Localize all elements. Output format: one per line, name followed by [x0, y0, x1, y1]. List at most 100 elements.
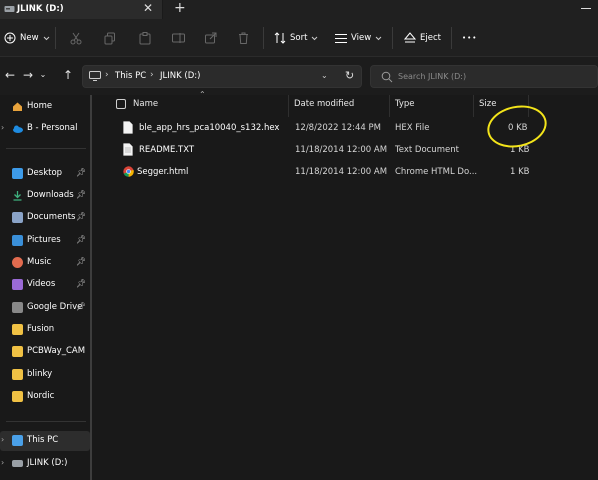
address-dropdown-icon[interactable]: ⌄ — [321, 71, 328, 80]
sidebar-item-documents[interactable]: Documents 📌︎ — [0, 208, 90, 228]
search-box[interactable]: Search JLINK (D:) — [370, 65, 598, 88]
google-drive-icon — [12, 302, 23, 313]
column-divider[interactable] — [288, 95, 289, 117]
sidebar-item-label: Music — [27, 257, 52, 267]
sidebar-item-blinky[interactable]: blinky — [0, 365, 90, 385]
sidebar-item-music[interactable]: Music 📌︎ — [0, 253, 90, 273]
sidebar-item-desktop[interactable]: Desktop 📌︎ — [0, 164, 90, 184]
pin-icon: 📌︎ — [76, 168, 87, 177]
file-icon — [123, 121, 133, 134]
pin-icon: 📌︎ — [76, 235, 87, 244]
column-header-date[interactable]: Date modified — [294, 99, 354, 109]
sidebar-item-pictures[interactable]: Pictures 📌︎ — [0, 231, 90, 251]
rename-button[interactable] — [172, 19, 185, 57]
back-arrow-icon[interactable]: ← — [3, 68, 17, 82]
chevron-down-icon — [43, 36, 49, 40]
new-tab-button[interactable]: + — [174, 0, 186, 16]
sidebar-item-jlink[interactable]: › JLINK (D:) — [0, 454, 90, 474]
table-row[interactable]: Segger.html 11/18/2014 12:00 AM Chrome H… — [92, 162, 598, 182]
sidebar-divider — [6, 421, 86, 422]
sort-button[interactable]: Sort — [274, 19, 318, 57]
sidebar-item-this-pc[interactable]: › This PC — [0, 431, 90, 451]
address-bar[interactable]: › This PC › JLINK (D:) ⌄ ↻ — [82, 65, 362, 88]
up-arrow-icon[interactable]: ↑ — [61, 68, 75, 82]
minimize-button[interactable] — [573, 0, 598, 17]
title-bar: JLINK (D:) ✕ + — [0, 0, 598, 19]
this-pc-icon — [12, 435, 23, 446]
clipboard-icon — [139, 31, 151, 44]
file-date: 11/18/2014 12:00 AM — [295, 167, 388, 177]
sidebar-item-label: Pictures — [27, 235, 61, 245]
breadcrumb-this-pc[interactable]: This PC — [115, 71, 146, 81]
search-placeholder: Search JLINK (D:) — [398, 72, 467, 81]
file-list: ⌃ Name Date modified Type Size ble_app_h… — [92, 90, 598, 480]
select-all-checkbox[interactable] — [116, 99, 126, 109]
expand-chevron-icon[interactable]: › — [1, 123, 4, 132]
pin-icon: 📌︎ — [76, 190, 87, 199]
sidebar-item-videos[interactable]: Videos 📌︎ — [0, 275, 90, 295]
more-options-button[interactable]: ••• — [462, 19, 477, 57]
column-divider[interactable] — [473, 95, 474, 117]
breadcrumb-separator: › — [105, 70, 109, 80]
copy-icon — [104, 32, 115, 44]
pin-icon: 📌︎ — [76, 212, 87, 221]
pictures-icon — [12, 235, 23, 246]
sidebar-item-label: Desktop — [27, 168, 63, 178]
tab-title: JLINK (D:) — [17, 4, 64, 14]
sidebar-item-label: Nordic — [27, 391, 55, 401]
home-icon — [13, 102, 22, 111]
sidebar-item-downloads[interactable]: Downloads 📌︎ — [0, 186, 90, 206]
sidebar-item-google-drive[interactable]: Google Drive 📌︎ — [0, 298, 90, 318]
delete-button[interactable] — [238, 19, 249, 57]
sidebar-item-label: Videos — [27, 279, 56, 289]
sidebar-item-pcbway-cam[interactable]: PCBWay_CAM — [0, 342, 90, 362]
breadcrumb-jlink[interactable]: JLINK (D:) — [160, 71, 200, 81]
sidebar-item-nordic[interactable]: Nordic — [0, 387, 90, 407]
plus-circle-icon — [4, 32, 16, 44]
expand-chevron-icon[interactable]: › — [1, 458, 4, 467]
file-name: README.TXT — [139, 145, 195, 155]
cut-button[interactable] — [70, 19, 82, 57]
refresh-icon[interactable]: ↻ — [345, 69, 354, 82]
eject-label: Eject — [420, 33, 441, 43]
column-header-size[interactable]: Size — [479, 99, 496, 109]
sidebar-item-label: Google Drive — [27, 302, 83, 312]
share-icon — [205, 32, 217, 44]
column-divider[interactable] — [389, 95, 390, 117]
expand-chevron-icon[interactable]: › — [1, 435, 4, 444]
column-header-type[interactable]: Type — [395, 99, 415, 109]
sidebar-item-label: B - Personal — [27, 123, 78, 133]
sort-icon — [274, 32, 286, 44]
column-header-name[interactable]: Name — [133, 99, 158, 109]
trash-icon — [239, 32, 248, 44]
command-bar: New Sort View Eject ••• — [0, 19, 598, 57]
sidebar-item-home[interactable]: Home — [0, 97, 90, 117]
onedrive-icon — [13, 125, 23, 133]
new-label: New — [20, 33, 39, 43]
view-button[interactable]: View — [335, 19, 382, 57]
sidebar-item-label: Documents — [27, 212, 76, 222]
sidebar-item-fusion[interactable]: Fusion — [0, 320, 90, 340]
sidebar-item-label: Fusion — [27, 324, 55, 334]
view-label: View — [351, 33, 372, 43]
file-type: Text Document — [395, 145, 459, 155]
new-button[interactable]: New — [4, 19, 50, 57]
share-button[interactable] — [205, 19, 217, 57]
file-size: 1 KB — [510, 167, 530, 177]
view-list-icon — [335, 33, 347, 43]
sidebar-item-label: Home — [27, 101, 53, 111]
eject-icon — [404, 32, 416, 43]
recent-locations-icon[interactable]: ⌄ — [36, 68, 50, 82]
tab-jlink[interactable]: JLINK (D:) ✕ — [0, 0, 163, 19]
sidebar-item-onedrive[interactable]: › B - Personal — [0, 119, 90, 139]
forward-arrow-icon[interactable]: → — [21, 68, 35, 82]
copy-button[interactable] — [104, 19, 116, 57]
paste-button[interactable] — [139, 19, 151, 57]
breadcrumb-separator: › — [150, 70, 154, 80]
file-name: ble_app_hrs_pca10040_s132.hex — [139, 123, 280, 133]
chrome-icon — [123, 166, 134, 177]
navigation-pane: Home › B - Personal Desktop 📌︎ Downloads… — [0, 95, 92, 480]
toolbar-divider — [392, 27, 393, 49]
close-tab-icon[interactable]: ✕ — [143, 1, 153, 15]
eject-button[interactable]: Eject — [404, 19, 441, 57]
